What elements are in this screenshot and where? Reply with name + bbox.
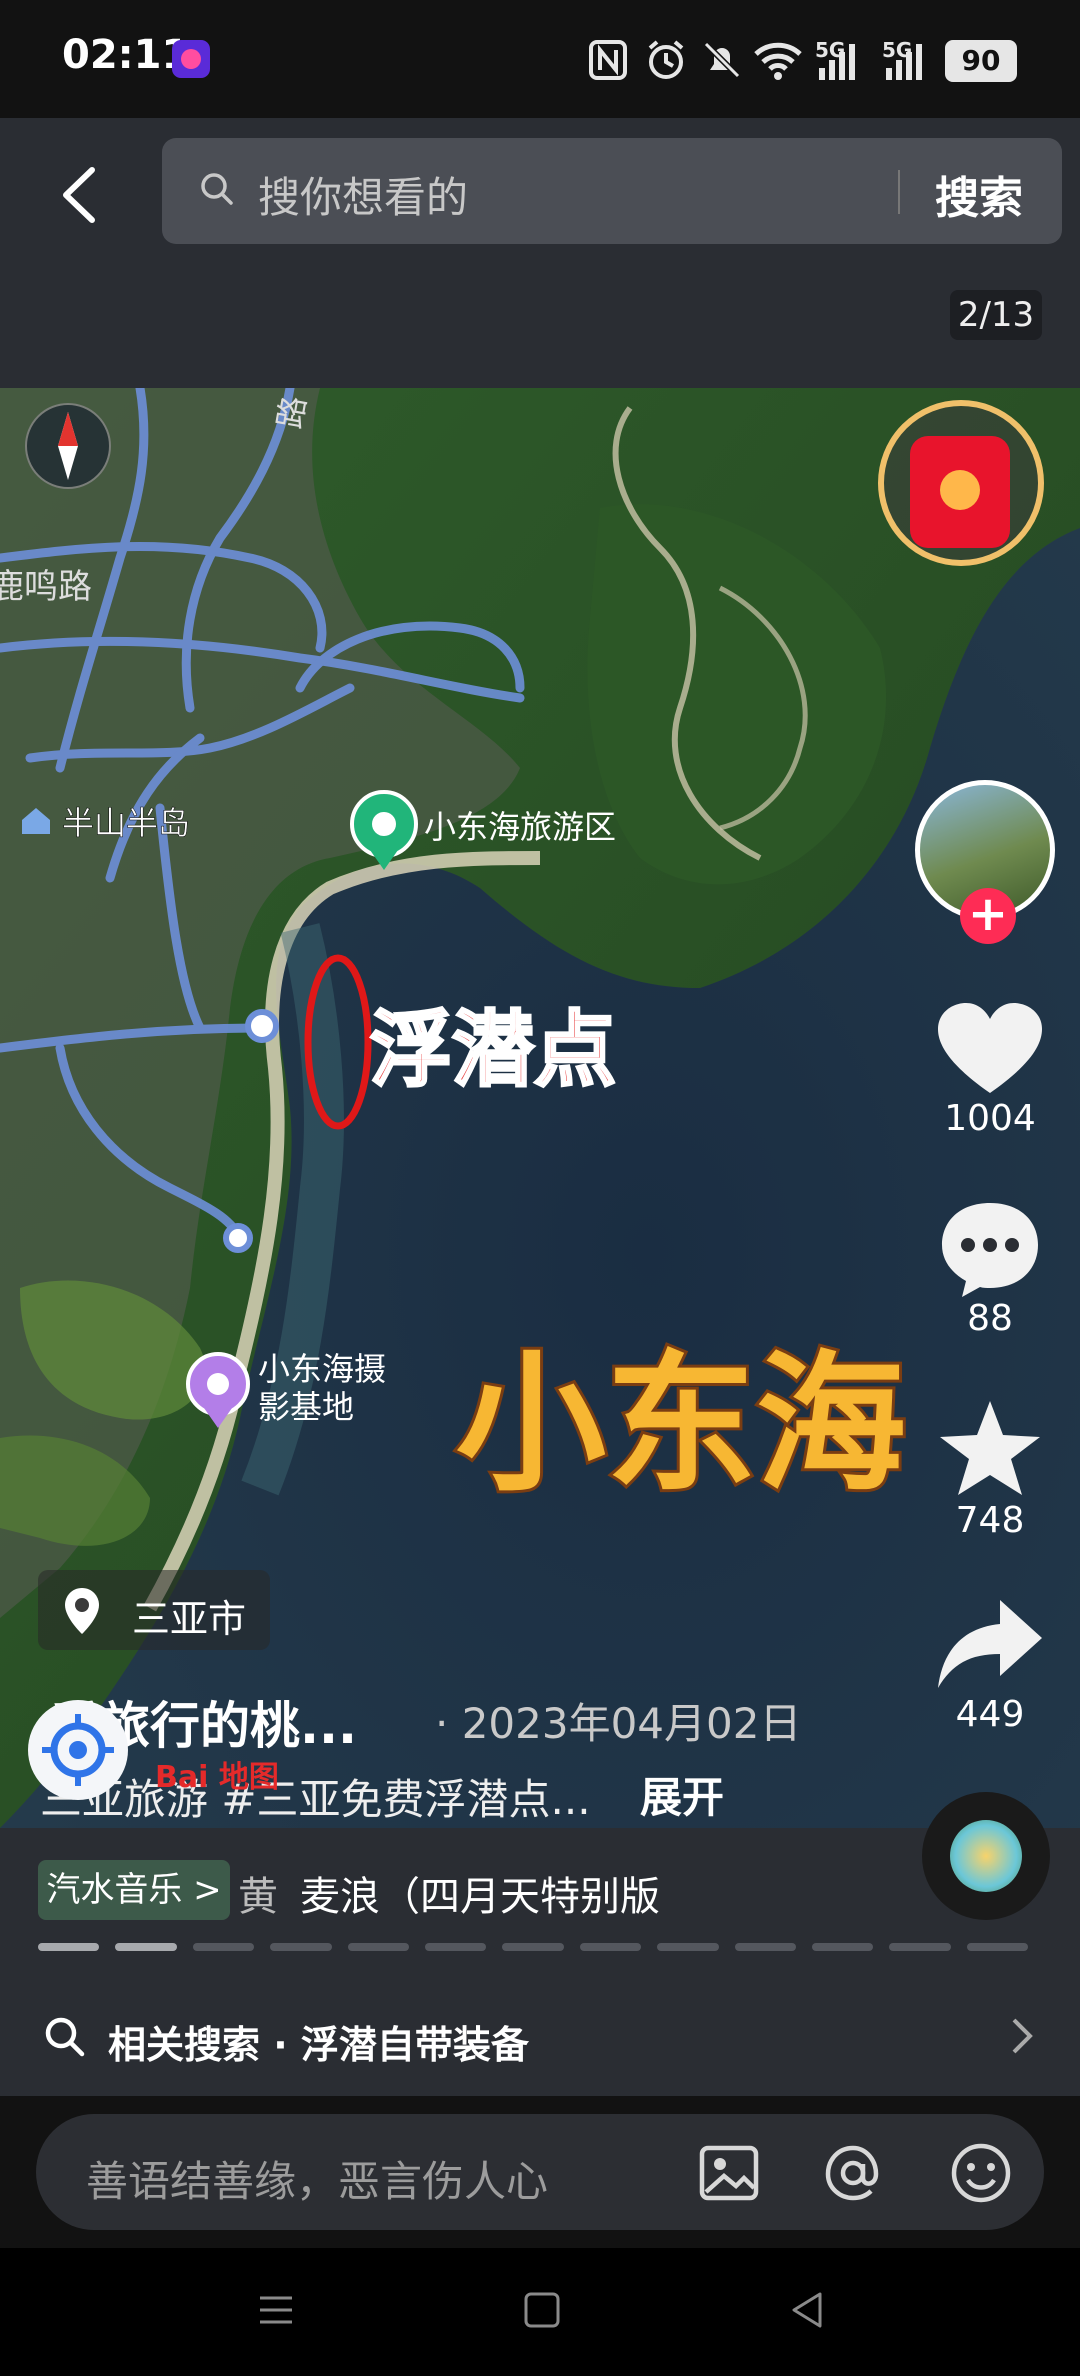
road-label-left: 鹿鸣路	[0, 568, 92, 606]
heart-icon	[938, 1003, 1042, 1093]
wifi-icon	[752, 38, 804, 82]
progress-segment	[734, 1943, 796, 1951]
chevron-left-icon	[63, 167, 95, 223]
triangle-back-icon	[792, 2292, 822, 2328]
road-label-top: 路	[271, 393, 312, 431]
back-nav-button[interactable]	[788, 2290, 828, 2334]
square-icon	[524, 2292, 560, 2328]
progress-segment	[889, 1943, 951, 1951]
share-button[interactable]	[930, 1590, 1050, 1700]
emoji-icon[interactable]	[946, 2138, 1016, 2208]
progress-segment	[115, 1943, 177, 1951]
progress-segment	[270, 1943, 332, 1951]
mention-icon[interactable]	[818, 2138, 888, 2208]
like-button[interactable]	[930, 995, 1050, 1105]
expand-button[interactable]: 展开	[640, 1764, 724, 1825]
place-label-banshan: 半山半岛	[62, 805, 190, 841]
favorite-button[interactable]	[930, 1395, 1050, 1505]
progress-segment	[502, 1943, 564, 1951]
location-text: 三亚市	[132, 1597, 247, 1641]
baidu-map-icon	[42, 1714, 114, 1786]
share-icon	[938, 1600, 1042, 1688]
image-picker-icon[interactable]	[694, 2138, 764, 2208]
place-label-photo-base-1: 小东海摄	[258, 1351, 386, 1387]
battery-indicator: 90	[945, 40, 1017, 82]
mute-icon	[700, 38, 744, 82]
menu-icon	[260, 2296, 292, 2324]
baidu-map-logo: Bai 地图	[155, 1760, 279, 1795]
comment-input[interactable]: 善语结善缘，恶言伤人心	[86, 2148, 548, 2209]
comment-count: 88	[967, 1298, 1013, 1339]
baidu-map-button[interactable]	[28, 1700, 128, 1800]
place-label-scenic: 小东海旅游区	[424, 809, 616, 845]
home-nav-button[interactable]	[522, 2290, 562, 2334]
search-icon	[44, 2016, 86, 2058]
nfc-icon	[588, 38, 628, 82]
compass-icon	[25, 403, 111, 489]
progress-indicator	[38, 1943, 1029, 1951]
progress-segment	[966, 1943, 1029, 1951]
comment-icon	[942, 1203, 1038, 1297]
progress-segment	[38, 1943, 100, 1951]
snorkel-point-label: 浮潜点	[370, 1005, 616, 1096]
progress-segment	[657, 1943, 719, 1951]
search-button[interactable]: 搜索	[935, 162, 1023, 226]
star-icon	[940, 1401, 1040, 1495]
search-input[interactable]: 搜你想看的	[258, 164, 468, 225]
like-count: 1004	[944, 1098, 1036, 1139]
comment-button[interactable]	[930, 1195, 1050, 1305]
search-icon	[200, 172, 234, 206]
progress-segment	[424, 1943, 487, 1951]
music-source-tag[interactable]: 汽水音乐 >	[38, 1860, 230, 1920]
favorite-count: 748	[955, 1500, 1025, 1541]
app-notification-icon	[172, 40, 210, 78]
back-button[interactable]	[50, 160, 110, 230]
alarm-icon	[644, 38, 688, 82]
chevron-right-icon	[1010, 2016, 1034, 2066]
red-envelope-coin-icon	[940, 470, 980, 510]
big-title: 小东海	[456, 1340, 906, 1508]
progress-segment	[811, 1943, 874, 1951]
page-counter: 2/13	[950, 290, 1042, 340]
progress-segment	[347, 1943, 409, 1951]
status-time: 02:11	[62, 32, 190, 78]
music-title[interactable]: 麦浪（四月天特别版	[300, 1864, 660, 1922]
progress-segment	[192, 1943, 255, 1951]
post-date: · 2023年04月02日	[435, 1699, 802, 1748]
music-title-prefix: 黄	[238, 1874, 278, 1920]
search-divider	[898, 170, 900, 214]
menu-nav-button[interactable]	[256, 2290, 296, 2334]
related-search-label[interactable]: 相关搜索 · 浮潜自带装备	[108, 2014, 529, 2069]
music-disc-cover	[950, 1820, 1022, 1892]
progress-segment	[579, 1943, 642, 1951]
share-count: 449	[955, 1694, 1025, 1735]
follow-button[interactable]: +	[960, 888, 1016, 944]
place-label-photo-base-2: 影基地	[258, 1389, 354, 1425]
location-pin-icon	[65, 1588, 99, 1634]
